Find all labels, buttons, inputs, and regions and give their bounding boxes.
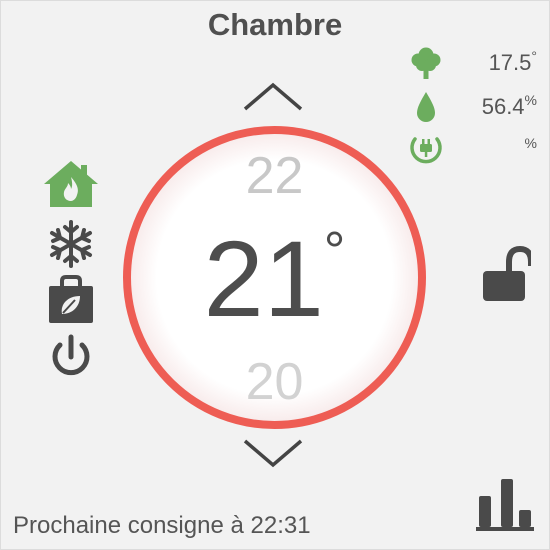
power-value: %	[525, 135, 537, 161]
humidity-value: 56.4%	[481, 92, 537, 120]
bar-chart-icon[interactable]	[475, 476, 535, 532]
thermostat-panel: Chambre 17.5° 56.4% % 22 21° 20 Prochain…	[0, 0, 550, 550]
mode-comfort-button[interactable]	[41, 159, 101, 209]
humidity-unit: %	[524, 92, 537, 108]
temperature-unit: °	[531, 48, 537, 64]
setpoint-decrease-button[interactable]	[241, 433, 305, 473]
temperature-reading: 17.5°	[406, 46, 541, 80]
setpoint-current: 21°	[131, 216, 418, 341]
mode-eco-button[interactable]	[41, 275, 101, 325]
mode-frost-button[interactable]	[41, 219, 101, 269]
snowflake-icon	[50, 220, 92, 268]
setpoint-above[interactable]: 22	[131, 146, 418, 206]
eco-bag-icon	[49, 275, 93, 323]
temperature-number: 17.5	[488, 50, 532, 75]
setpoint-increase-button[interactable]	[241, 79, 305, 119]
room-title: Chambre	[207, 7, 343, 42]
tree-icon	[411, 47, 441, 79]
next-setpoint-label: Prochaine consigne à 22:31	[13, 512, 311, 539]
setpoint-below[interactable]: 20	[131, 352, 418, 412]
temperature-value: 17.5°	[488, 48, 537, 76]
unlocked-padlock-icon[interactable]	[479, 244, 531, 304]
home-flame-icon	[44, 161, 98, 207]
humidity-number: 56.4	[481, 94, 525, 119]
water-drop-icon	[417, 92, 435, 122]
mode-off-button[interactable]	[41, 333, 101, 383]
setpoint-degree: °	[323, 221, 346, 281]
power-unit: %	[524, 135, 537, 151]
humidity-reading: 56.4%	[406, 90, 541, 124]
setpoint-current-value: 21	[203, 218, 324, 339]
setpoint-dial[interactable]: 22 21° 20	[123, 126, 426, 429]
power-reading: %	[406, 131, 541, 165]
power-icon	[52, 334, 90, 376]
